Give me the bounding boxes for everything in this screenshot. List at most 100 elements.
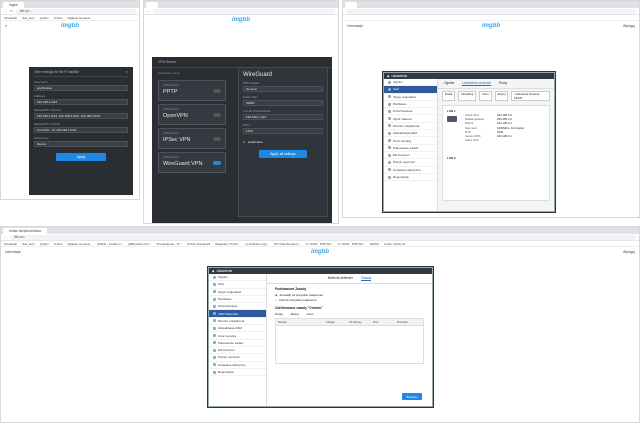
- sidebar-item[interactable]: Usuwanie fabryczne: [209, 362, 266, 369]
- url-input[interactable]: [346, 8, 636, 14]
- tab-item[interactable]: Network defender: [328, 276, 353, 281]
- sidebar-item[interactable]: Pstryk: wyczyść: [209, 354, 266, 362]
- sidebar-item[interactable]: Usuwanie fabryczne: [384, 167, 437, 174]
- sidebar-item[interactable]: Opcje regionalne: [384, 94, 437, 101]
- field-input[interactable]: Device: [34, 141, 128, 147]
- sidebar-item[interactable]: Hardware: [209, 296, 266, 304]
- apply-button[interactable]: Apply: [56, 153, 106, 161]
- browser-tab[interactable]: [345, 1, 357, 8]
- sidebar-item[interactable]: Rejestracja: [209, 369, 266, 377]
- browser-tab[interactable]: Ustaw bezpieczeństwo: [3, 227, 48, 234]
- sidebar-item[interactable]: ASM Defender: [209, 310, 266, 318]
- bookmark-item[interactable]: Najlepsi Generat...: [67, 16, 92, 20]
- vpn-card-0[interactable]: VPN Server PPTP: [158, 80, 226, 101]
- sidebar-item[interactable]: Pstryk: wyczyść: [384, 159, 437, 167]
- tab-item[interactable]: Proxy: [499, 81, 507, 86]
- bookmark-item[interactable]: PH Transfersperm...: [274, 242, 301, 246]
- bookmark-item[interactable]: Online: [54, 242, 63, 246]
- sidebar-item[interactable]: Konc serwisy: [209, 332, 266, 340]
- field-input[interactable]: 192.168.1.1/24: [243, 114, 323, 120]
- browser-tab[interactable]: [146, 1, 158, 8]
- apply-all-button[interactable]: Apply all settings: [259, 150, 307, 158]
- sidebar-item[interactable]: Ogólne: [384, 79, 437, 87]
- imgbb-logo[interactable]: imgbb: [61, 23, 79, 29]
- bookmark-item[interactable]: Puzzle Download: [187, 242, 210, 246]
- imgbb-logo[interactable]: imgbb: [232, 17, 250, 23]
- sidebar-item[interactable]: Przechowanie: [209, 303, 266, 311]
- field-input[interactable]: 0.0.0.0/0, ::/0, 192.168.1.0/24: [34, 127, 128, 133]
- vpn-card-2[interactable]: VPN Server IPSec VPN: [158, 128, 226, 149]
- bookmark-item[interactable]: Sas_Grin: [22, 16, 35, 20]
- bookmark-item[interactable]: python: [40, 16, 49, 20]
- back-icon[interactable]: ←: [147, 9, 150, 13]
- field-input[interactable]: General: [243, 86, 323, 92]
- imgbb-logo[interactable]: imgbb: [482, 23, 500, 29]
- sidebar-item[interactable]: Planowanie zadań: [384, 145, 437, 152]
- radio-selected[interactable]: ◉: [275, 293, 278, 297]
- sidebar-item[interactable]: Opóź zakrezu: [384, 115, 437, 123]
- sidebar-item[interactable]: Sieć: [384, 86, 437, 94]
- back-icon[interactable]: ←: [4, 235, 7, 239]
- sidebar-item[interactable]: Aktualizacja ASM: [209, 325, 266, 333]
- url-input[interactable]: ibb.co/...: [10, 234, 636, 240]
- bookmark-item[interactable]: python: [40, 242, 49, 246]
- apply-button[interactable]: Zastosuj: [402, 393, 422, 400]
- bookmark-item[interactable]: Tanaradio: [4, 16, 17, 20]
- bookmark-item[interactable]: ex-definition (ge...: [245, 242, 269, 246]
- sidebar-item[interactable]: Planowanie zadań: [209, 340, 266, 347]
- info-link[interactable]: Informacje: [5, 250, 21, 254]
- sidebar-item[interactable]: Przechowanie: [384, 108, 437, 116]
- back-icon[interactable]: ←: [4, 9, 7, 13]
- toolbar-button[interactable]: Dodaj: [442, 91, 456, 101]
- vpn-toggle[interactable]: [213, 161, 221, 165]
- bookmark-item[interactable]: Mobile - Install on...: [97, 242, 123, 246]
- field-input[interactable]: acpbbvalve: [34, 85, 128, 91]
- sidebar-item[interactable]: Opcje regionalne: [209, 289, 266, 296]
- bookmark-item[interactable]: K I 0029 - PPP Alli...: [338, 242, 365, 246]
- vpn-toggle[interactable]: [213, 137, 221, 141]
- bookmark-item[interactable]: Sas_Grin: [22, 242, 35, 246]
- reload-icon[interactable]: ↻: [10, 9, 13, 13]
- browser-tab[interactable]: imgbb: [3, 1, 24, 8]
- bookmark-item[interactable]: K I 0029 - PPP Alli...: [306, 242, 333, 246]
- tab-item[interactable]: Ogólne: [444, 81, 454, 86]
- logout-link[interactable]: Wyloguj: [623, 24, 635, 28]
- sidebar-item[interactable]: Aktualizacja ASM: [384, 130, 437, 138]
- url-input[interactable]: [153, 8, 335, 14]
- tab-item[interactable]: Ustawienia sieciowe: [462, 81, 491, 86]
- sidebar-item[interactable]: Sieć: [209, 281, 266, 289]
- radio-unselected[interactable]: ○: [275, 298, 277, 302]
- toolbar-button[interactable]: Edytuj: [494, 91, 509, 101]
- sidebar-item[interactable]: Monitor urządzenia: [384, 123, 437, 131]
- tab-item[interactable]: Zasady: [360, 276, 372, 281]
- sidebar-item[interactable]: Konc serwisy: [384, 137, 437, 145]
- bookmark-item[interactable]: Cyber Infinity (fr...: [384, 242, 408, 246]
- bookmark-item[interactable]: Tanaradio: [4, 242, 17, 246]
- sidebar-item[interactable]: EZ-Connect: [209, 347, 266, 355]
- sidebar-item[interactable]: Hardware: [384, 101, 437, 109]
- rule-tab[interactable]: Dodaj: [275, 312, 283, 316]
- close-icon[interactable]: ✕: [125, 70, 128, 74]
- bookmark-item[interactable]: Prostocka.de - Pl...: [157, 242, 182, 246]
- imgbb-logo[interactable]: imgbb: [311, 249, 329, 255]
- menu-icon[interactable]: ≡: [5, 24, 7, 28]
- field-input[interactable]: 192.168.1.2/24: [34, 99, 128, 105]
- info-link[interactable]: Informacje: [347, 24, 363, 28]
- sidebar-item[interactable]: Ogólne: [209, 274, 266, 282]
- bookmark-item[interactable]: Online: [54, 16, 63, 20]
- bookmark-item[interactable]: Raspberry Pi OH...: [215, 242, 240, 246]
- rule-tab[interactable]: Edytuj: [291, 312, 299, 316]
- bookmark-item[interactable]: gBibrarianl.xh.b...: [128, 242, 151, 246]
- bookmark-item[interactable]: EHPIC: [370, 242, 379, 246]
- sidebar-item[interactable]: Monitor urządzenia: [209, 318, 266, 326]
- toolbar-button[interactable]: Ustawienia Serwera DHCP: [511, 91, 550, 101]
- vpn-toggle[interactable]: [213, 113, 221, 117]
- vpn-card-1[interactable]: VPN Server OpenVPN: [158, 104, 226, 125]
- logout-link[interactable]: Wyloguj: [623, 250, 635, 254]
- vpn-toggle[interactable]: [213, 89, 221, 93]
- field-input[interactable]: 51820: [243, 100, 323, 106]
- vpn-card-3[interactable]: VPN Server WireGuard VPN: [158, 152, 226, 173]
- toolbar-button[interactable]: Usuń: [479, 91, 492, 101]
- field-input[interactable]: 192.168.1.0/24, 192.168.2.0/24, 192.168.…: [34, 113, 128, 119]
- sidebar-item[interactable]: Rejestracja: [384, 174, 437, 182]
